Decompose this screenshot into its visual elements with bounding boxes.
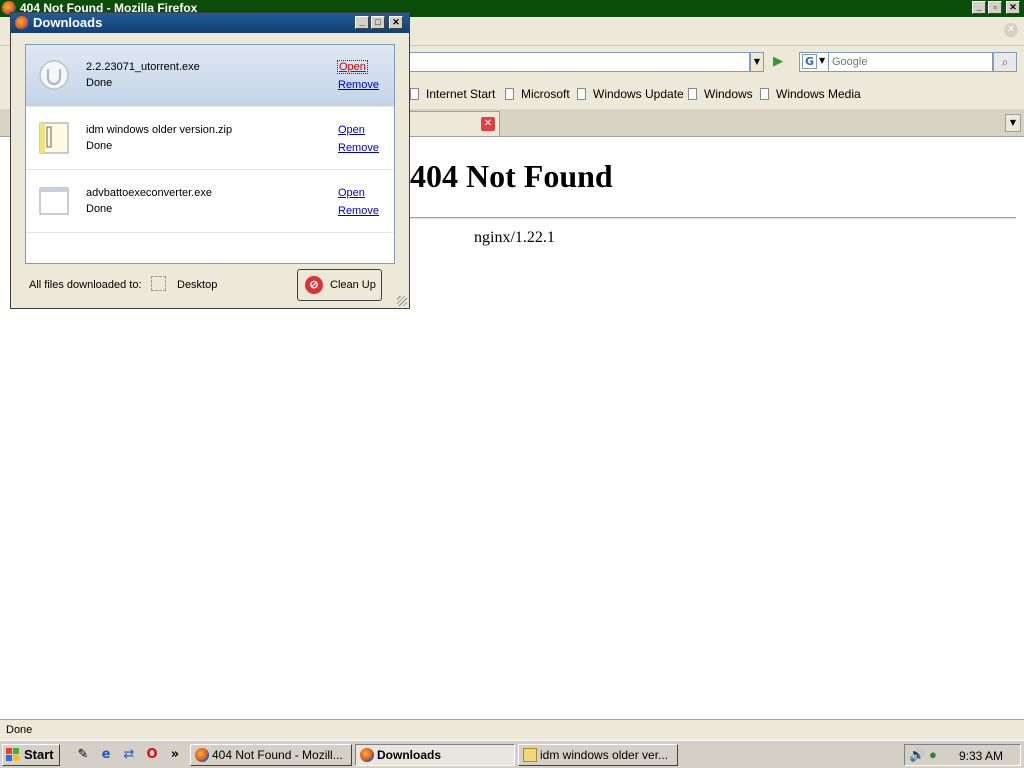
page-heading: 404 Not Found bbox=[410, 158, 613, 194]
internet-explorer-icon[interactable]: e bbox=[97, 746, 115, 764]
folder-icon[interactable] bbox=[151, 276, 166, 291]
windows-logo-icon bbox=[6, 748, 20, 762]
minimize-button[interactable]: _ bbox=[355, 16, 369, 29]
page-icon bbox=[688, 88, 697, 100]
server-signature: nginx/1.22.1 bbox=[474, 229, 555, 246]
clean-up-button[interactable]: ⊘ Clean Up bbox=[297, 269, 382, 301]
bookmark-item[interactable]: Windows bbox=[688, 87, 753, 101]
taskbar-button-firefox[interactable]: 404 Not Found - Mozill... bbox=[190, 744, 352, 766]
taskbar: Start ✎ e ⇄ O » 404 Not Found - Mozill..… bbox=[0, 740, 1024, 768]
open-link[interactable]: Open bbox=[337, 60, 368, 74]
download-item[interactable]: 2.2.23071_utorrent.exe Done Open Remove bbox=[26, 45, 394, 107]
page-icon bbox=[577, 88, 586, 100]
download-status: Done bbox=[86, 77, 113, 89]
download-item[interactable]: advbattoexeconverter.exe Done Open Remov… bbox=[26, 171, 394, 233]
no-entry-icon: ⊘ bbox=[305, 276, 323, 294]
firefox-icon bbox=[360, 748, 374, 762]
download-location-label: All files downloaded to: bbox=[29, 279, 142, 291]
open-link[interactable]: Open bbox=[338, 124, 365, 136]
page-icon bbox=[505, 88, 514, 100]
taskbar-button-label: 404 Not Found - Mozill... bbox=[212, 748, 343, 762]
system-tray: 🔊 ● 9:33 AM bbox=[904, 744, 1021, 766]
taskbar-button-downloads[interactable]: Downloads bbox=[355, 744, 515, 766]
tab-list-dropdown-icon[interactable]: ▼ bbox=[1005, 114, 1021, 132]
download-status: Done bbox=[86, 203, 113, 215]
close-tab-icon[interactable]: ✕ bbox=[1004, 23, 1018, 37]
start-button[interactable]: Start bbox=[2, 744, 60, 766]
zip-file-icon bbox=[39, 122, 69, 154]
close-button[interactable]: ✕ bbox=[1006, 1, 1020, 14]
bookmark-item[interactable]: Internet Start bbox=[410, 87, 495, 101]
download-status: Done bbox=[86, 140, 113, 152]
download-filename: idm windows older version.zip bbox=[86, 124, 233, 136]
download-item[interactable]: idm windows older version.zip Done Open … bbox=[26, 108, 394, 170]
bookmark-item[interactable]: Windows Update bbox=[577, 87, 684, 101]
taskbar-button-label: Downloads bbox=[377, 748, 442, 762]
downloads-title: Downloads bbox=[33, 15, 103, 30]
quick-launch-more[interactable]: » bbox=[166, 746, 184, 764]
bookmark-item[interactable]: Windows Media bbox=[760, 87, 861, 101]
tab-close-icon[interactable]: ✕ bbox=[481, 117, 495, 131]
remove-link[interactable]: Remove bbox=[338, 142, 379, 154]
open-link[interactable]: Open bbox=[338, 187, 365, 199]
utorrent-file-icon bbox=[39, 60, 69, 90]
taskbar-button-label: idm windows older ver... bbox=[540, 748, 669, 762]
url-bar[interactable] bbox=[404, 52, 750, 72]
resize-grip[interactable] bbox=[397, 296, 407, 306]
exe-file-icon bbox=[39, 187, 69, 215]
clock[interactable]: 9:33 AM bbox=[959, 749, 1003, 763]
clean-up-label: Clean Up bbox=[330, 279, 376, 291]
download-filename: 2.2.23071_utorrent.exe bbox=[86, 61, 200, 73]
go-arrow-icon[interactable]: ▶ bbox=[768, 52, 788, 72]
network-status-icon[interactable]: ● bbox=[929, 747, 937, 762]
restore-button[interactable]: ▫ bbox=[988, 1, 1002, 14]
search-input[interactable] bbox=[829, 52, 993, 72]
url-history-dropdown-icon[interactable]: ▼ bbox=[750, 52, 764, 72]
show-desktop-icon[interactable]: ✎ bbox=[74, 746, 92, 764]
firefox-icon bbox=[15, 16, 29, 30]
page-divider bbox=[410, 217, 1016, 219]
page-icon bbox=[410, 88, 419, 100]
network-icon[interactable]: ⇄ bbox=[120, 746, 138, 764]
search-icon[interactable]: ⌕ bbox=[993, 52, 1017, 72]
volume-icon[interactable]: 🔊 bbox=[909, 747, 925, 763]
status-text: Done bbox=[6, 724, 33, 736]
downloads-list[interactable]: 2.2.23071_utorrent.exe Done Open Remove … bbox=[25, 44, 395, 264]
start-label: Start bbox=[24, 747, 54, 762]
remove-link[interactable]: Remove bbox=[338, 205, 379, 217]
google-icon: G bbox=[802, 54, 817, 69]
status-bar: Done bbox=[0, 719, 1024, 740]
remove-link[interactable]: Remove bbox=[338, 79, 379, 91]
page-icon bbox=[760, 88, 769, 100]
firefox-icon bbox=[195, 748, 209, 762]
taskbar-button-folder[interactable]: idm windows older ver... bbox=[518, 744, 678, 766]
maximize-button[interactable]: □ bbox=[371, 16, 385, 29]
folder-icon bbox=[523, 748, 537, 762]
opera-icon[interactable]: O bbox=[143, 746, 161, 764]
download-folder-name[interactable]: Desktop bbox=[177, 279, 217, 291]
bookmark-item[interactable]: Microsoft bbox=[505, 87, 570, 101]
downloads-titlebar[interactable]: Downloads _ □ ✕ bbox=[11, 13, 409, 33]
close-button[interactable]: ✕ bbox=[389, 16, 403, 29]
chevron-down-icon: ▼ bbox=[819, 56, 826, 65]
download-filename: advbattoexeconverter.exe bbox=[86, 187, 212, 199]
search-engine-selector[interactable]: G ▼ bbox=[799, 52, 829, 72]
downloads-window[interactable]: Downloads _ □ ✕ 2.2.23071_utorrent.exe D… bbox=[10, 12, 410, 309]
minimize-button[interactable]: _ bbox=[972, 1, 986, 14]
